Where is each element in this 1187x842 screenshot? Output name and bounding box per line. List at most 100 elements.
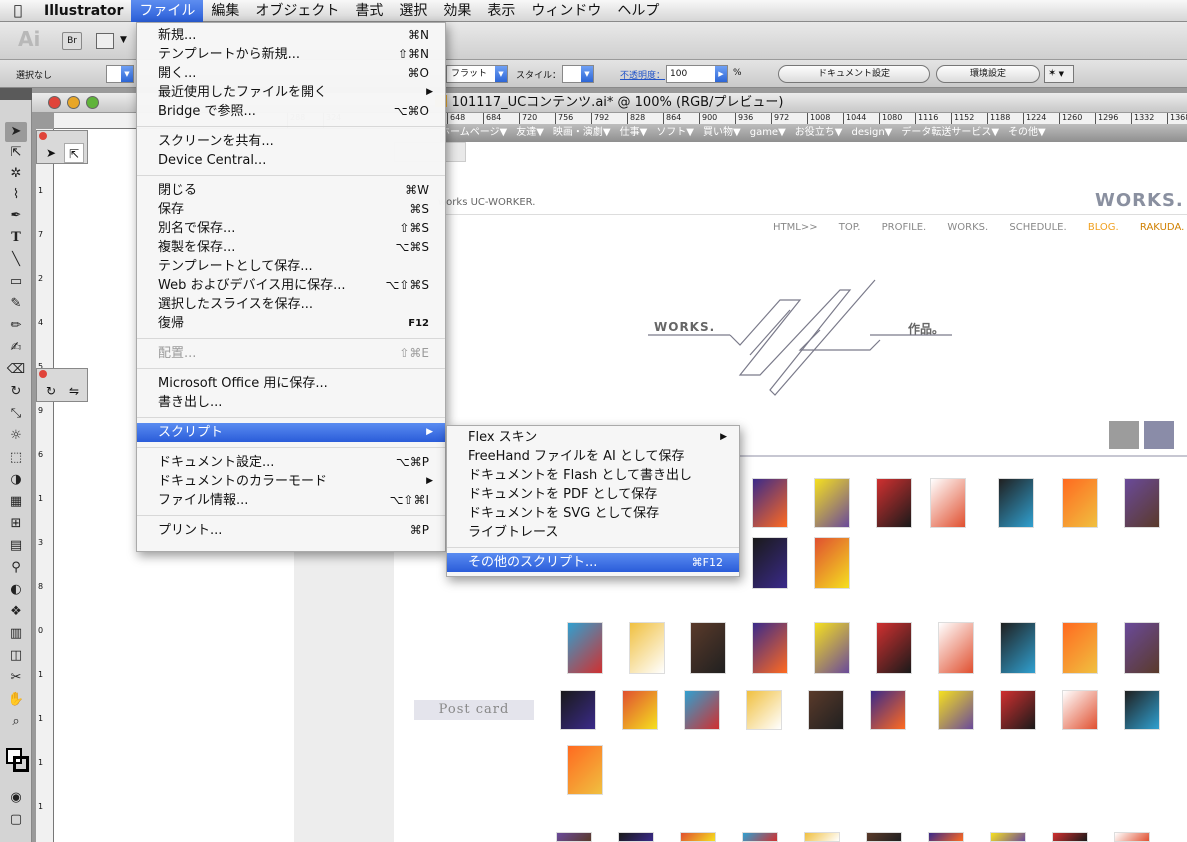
hand-tool-icon[interactable]: ✋ [5,690,27,710]
menu-item-print[interactable]: プリント... ⌘P [137,521,445,540]
eraser-tool-icon[interactable]: ⌫ [5,360,27,380]
gradient-tool-icon[interactable]: ▤ [5,536,27,556]
menu-item-open[interactable]: 開く... ⌘O [137,64,445,83]
stroke-swatch[interactable] [13,756,29,772]
menu-item-scripts[interactable]: スクリプト ▶ [137,423,445,442]
menu-item-save-slices[interactable]: 選択したスライスを保存... [137,295,445,314]
brush-dropdown[interactable]: フラット ▼ [446,65,508,83]
opacity-label[interactable]: 不透明度： [620,68,665,81]
workspace-menu-button[interactable]: ✶ ▼ [1044,65,1074,83]
line-tool-icon[interactable]: ╲ [5,250,27,270]
group-selection-tool-icon[interactable]: ⇱ [64,143,84,163]
menu-item-share-screen[interactable]: スクリーンを共有... [137,132,445,151]
menu-app-name[interactable]: Illustrator [36,0,131,22]
menu-help[interactable]: ヘルプ [609,0,667,22]
menu-item-revert[interactable]: 復帰 F12 [137,314,445,333]
nav-html: HTML>> [773,222,818,233]
menu-item-freehand-to-ai[interactable]: FreeHand ファイルを AI として保存 [447,447,739,466]
menu-item-save-copy[interactable]: 複製を保存... ⌥⌘S [137,238,445,257]
fill-dropdown[interactable]: ▼ [106,65,134,83]
opacity-input[interactable]: 100 ▶ [666,65,728,83]
menu-item-export[interactable]: 書き出し... [137,393,445,412]
shape-builder-tool-icon[interactable]: ◑ [5,470,27,490]
color-mode-icon[interactable]: ◉ [5,788,27,808]
type-tool-icon[interactable]: T [5,228,27,248]
menu-file[interactable]: ファイル [131,0,204,22]
site-nav-strip-item: 映画・演劇▼ [552,127,611,138]
close-icon[interactable] [39,370,47,378]
menu-item-browse-bridge[interactable]: Bridge で参照... ⌥⌘O [137,102,445,121]
menu-item-save-template[interactable]: テンプレートとして保存... [137,257,445,276]
apple-icon[interactable]:  [0,0,36,22]
site-nav-strip: ホームページ▼ 友達▼ 映画・演劇▼ 仕事▼ ソフト▼ 買い物▼ game▼ お役立ち▼ des… [440,124,1187,142]
magic-wand-tool-icon[interactable]: ✲ [5,164,27,184]
zoom-tool-icon[interactable]: ⌕ [5,712,27,732]
menu-item-close[interactable]: 閉じる ⌘W [137,181,445,200]
symbol-sprayer-tool-icon[interactable]: ❖ [5,602,27,622]
pencil-tool-icon[interactable]: ✏ [5,316,27,336]
menu-window[interactable]: ウィンドウ [523,0,609,22]
artboard-tool-icon[interactable]: ◫ [5,646,27,666]
preferences-button[interactable]: 環境設定 [936,65,1040,83]
selection-tool-icon[interactable]: ➤ [5,122,27,142]
eyedropper-tool-icon[interactable]: ⚲ [5,558,27,578]
paintbrush-tool-icon[interactable]: ✎ [5,294,27,314]
rectangle-tool-icon[interactable]: ▭ [5,272,27,292]
menu-item-label: 最近使用したファイルを開く [158,85,328,100]
menu-item-device-central[interactable]: Device Central... [137,151,445,170]
tools-panel-header[interactable] [0,88,32,100]
menu-select[interactable]: 選択 [391,0,435,22]
menu-item-save-for-web[interactable]: Web およびデバイス用に保存... ⌥⇧⌘S [137,276,445,295]
menu-item-save[interactable]: 保存 ⌘S [137,200,445,219]
warp-tool-icon[interactable]: ☼ [5,426,27,446]
menu-item-file-info[interactable]: ファイル情報... ⌥⇧⌘I [137,491,445,510]
menu-separator [137,126,445,127]
close-window-button[interactable] [48,96,61,109]
menu-item-save-ms-office[interactable]: Microsoft Office 用に保存... [137,374,445,393]
style-dropdown[interactable]: ▼ [562,65,594,83]
mesh-tool-icon[interactable]: ⊞ [5,514,27,534]
rotate-tool-icon[interactable]: ↻ [5,382,27,402]
slice-tool-icon[interactable]: ✂ [5,668,27,688]
menu-item-save-pdf[interactable]: ドキュメントを PDF として保存 [447,485,739,504]
rotate-tool-icon[interactable]: ↻ [41,381,61,401]
zoom-window-button[interactable] [86,96,99,109]
bridge-button[interactable]: Br [62,32,82,50]
blend-tool-icon[interactable]: ◐ [5,580,27,600]
menu-item-other-script[interactable]: その他のスクリプト... ⌘F12 [447,553,739,572]
screen-mode-icon[interactable]: ▢ [5,810,27,830]
menu-effect[interactable]: 効果 [435,0,479,22]
free-transform-tool-icon[interactable]: ⬚ [5,448,27,468]
arrange-documents-button[interactable]: ▼ [96,32,130,50]
menu-item-color-mode[interactable]: ドキュメントのカラーモード ▶ [137,472,445,491]
menu-item-save-as[interactable]: 別名で保存... ⇧⌘S [137,219,445,238]
menu-item-flex-skin[interactable]: Flex スキン ▶ [447,428,739,447]
menu-item-live-trace[interactable]: ライブトレース [447,523,739,542]
menu-type[interactable]: 書式 [347,0,391,22]
menu-object[interactable]: オブジェクト [247,0,347,22]
menu-item-save-svg[interactable]: ドキュメントを SVG として保存 [447,504,739,523]
close-icon[interactable] [39,132,47,140]
menu-view[interactable]: 表示 [479,0,523,22]
blob-brush-tool-icon[interactable]: ✍ [5,338,27,358]
lasso-tool-icon[interactable]: ⌇ [5,185,27,205]
menu-item-new[interactable]: 新規... ⌘N [137,26,445,45]
scale-tool-icon[interactable]: ⤡ [5,404,27,424]
column-graph-tool-icon[interactable]: ▥ [5,624,27,644]
thumbnail-image [1124,690,1160,730]
document-setup-button[interactable]: ドキュメント設定 [778,65,930,83]
reflect-tool-icon[interactable]: ⇋ [64,381,84,401]
menu-edit[interactable]: 編集 [203,0,247,22]
menu-item-document-setup[interactable]: ドキュメント設定... ⌥⌘P [137,453,445,472]
menu-item-shortcut: ⇧⌘E [399,346,429,360]
menu-item-export-flash[interactable]: ドキュメントを Flash として書き出し [447,466,739,485]
menu-item-new-from-template[interactable]: テンプレートから新規... ⇧⌘N [137,45,445,64]
selection-tool-icon[interactable]: ➤ [41,143,61,163]
menu-item-label: テンプレートから新規... [158,47,301,62]
pen-tool-icon[interactable]: ✒ [5,206,27,226]
menu-item-open-recent[interactable]: 最近使用したファイルを開く ▶ [137,83,445,102]
minimize-window-button[interactable] [67,96,80,109]
direct-selection-tool-icon[interactable]: ⇱ [5,143,27,163]
perspective-tool-icon[interactable]: ▦ [5,492,27,512]
chevron-down-icon: ▼ [121,66,133,82]
